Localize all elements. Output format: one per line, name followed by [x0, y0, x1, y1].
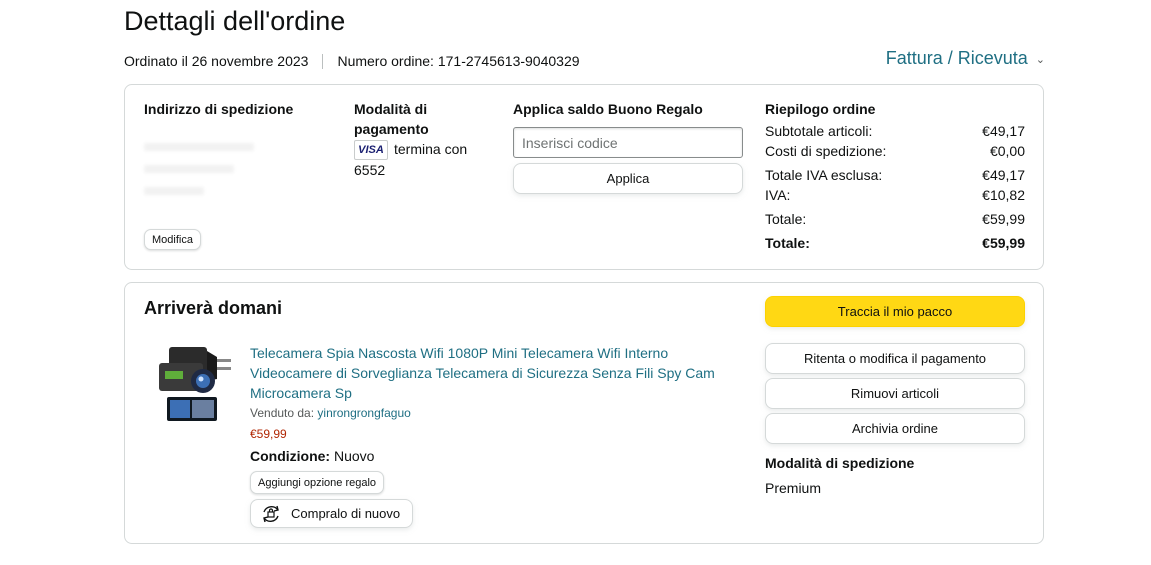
summary-row-subtotal: Subtotale articoli: €49,17 — [765, 123, 1025, 139]
page-title: Dettagli dell'ordine — [124, 6, 346, 36]
gift-code-input[interactable] — [513, 127, 743, 158]
shipping-address-redacted — [144, 143, 324, 195]
gift-card-section: Applica saldo Buono Regalo Applica — [513, 99, 745, 194]
buy-again-button[interactable]: Compralo di nuovo — [250, 499, 413, 528]
archive-order-button[interactable]: Archivia ordine — [765, 413, 1025, 444]
summary-row-net-total: Totale IVA esclusa: €49,17 — [765, 167, 1025, 183]
seller-link[interactable]: yinrongrongfaguo — [317, 406, 410, 420]
divider — [322, 53, 324, 69]
shipment-card: Arriverà domani Telecamera Spia Nascosta… — [124, 282, 1044, 544]
order-summary-heading: Riepilogo ordine — [765, 101, 876, 117]
condition-label: Condizione: — [250, 448, 331, 464]
order-meta: Ordinato il 26 novembre 2023 Numero ordi… — [124, 53, 580, 69]
delivery-status-title: Arriverà domani — [144, 298, 283, 318]
retry-payment-button[interactable]: Ritenta o modifica il pagamento — [765, 343, 1025, 374]
summary-row-shipping: Costi di spedizione: €0,00 — [765, 143, 1025, 159]
order-info-card: Indirizzo di spedizione Modifica Modalit… — [124, 84, 1044, 270]
order-number: Numero ordine: 171-2745613-9040329 — [337, 53, 580, 69]
summary-row-total: Totale: €59,99 — [765, 211, 1025, 227]
product-info: Telecamera Spia Nascosta Wifi 1080P Mini… — [250, 343, 730, 528]
spy-camera-icon — [159, 347, 231, 421]
shipping-address-heading: Indirizzo di spedizione — [144, 101, 294, 117]
shipping-address-section: Indirizzo di spedizione — [144, 99, 324, 195]
seller-line: Venduto da: yinrongrongfaguo — [250, 405, 730, 421]
sold-by-label: Venduto da: — [250, 406, 318, 420]
summary-row-vat: IVA: €10,82 — [765, 187, 1025, 203]
shipping-mode-heading: Modalità di spedizione — [765, 455, 915, 471]
buy-again-label: Compralo di nuovo — [291, 506, 401, 521]
add-gift-option-button[interactable]: Aggiungi opzione regalo — [250, 471, 385, 494]
chevron-down-icon: ⌄ — [1035, 54, 1045, 66]
product-title-link[interactable]: Telecamera Spia Nascosta Wifi 1080P Mini… — [250, 343, 730, 403]
payment-card-info: VISA termina con 6552 — [354, 139, 494, 180]
track-package-button[interactable]: Traccia il mio pacco — [765, 296, 1025, 327]
product-image[interactable] — [155, 343, 235, 435]
product-condition: Condizione: Nuovo — [250, 446, 730, 466]
remove-items-button[interactable]: Rimuovi articoli — [765, 378, 1025, 409]
gift-card-heading: Applica saldo Buono Regalo — [513, 101, 703, 117]
visa-icon: VISA — [354, 140, 388, 161]
edit-address-button[interactable]: Modifica — [144, 229, 201, 250]
order-summary-section: Riepilogo ordine Subtotale articoli: €49,… — [765, 99, 1025, 253]
shipping-mode-section: Modalità di spedizione Premium — [765, 453, 914, 498]
payment-method-section: Modalità di pagamento VISA termina con 65… — [354, 99, 494, 180]
shipping-mode-value: Premium — [765, 480, 822, 496]
invoice-dropdown[interactable]: Fattura / Ricevuta ⌄ — [886, 48, 1045, 69]
condition-value: Nuovo — [334, 448, 375, 464]
summary-row-grand-total: Totale: €59,99 — [765, 235, 1025, 251]
buy-again-icon — [263, 505, 279, 522]
invoice-link-label: Fattura / Ricevuta — [885, 48, 1028, 68]
order-date: Ordinato il 26 novembre 2023 — [124, 53, 309, 69]
product-price: €59,99 — [250, 427, 287, 441]
apply-gift-button[interactable]: Applica — [513, 163, 743, 194]
payment-method-heading: Modalità di pagamento — [354, 101, 429, 137]
